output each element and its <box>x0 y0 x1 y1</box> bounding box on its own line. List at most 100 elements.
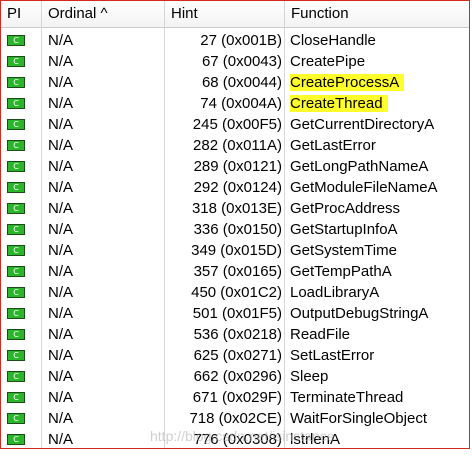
function-name: GetSystemTime <box>290 242 397 259</box>
function-cell: ReadFile <box>290 324 350 345</box>
c-function-icon: C <box>7 308 25 319</box>
c-function-icon: C <box>7 413 25 424</box>
hint-cell: 27 (0x001B) <box>200 32 282 49</box>
function-cell: CreateProcessA <box>290 72 405 93</box>
hint-cell: 336 (0x0150) <box>193 221 282 238</box>
column-header-function[interactable]: Function <box>285 1 469 27</box>
c-function-icon: C <box>7 245 25 256</box>
ordinal-cell: N/A <box>48 410 74 427</box>
hint-cell: 776 (0x0308) <box>193 431 282 448</box>
function-name: WaitForSingleObject <box>290 410 427 427</box>
function-cell: TerminateThread <box>290 387 403 408</box>
ordinal-cell: N/A <box>48 95 74 112</box>
hint-cell: 536 (0x0218) <box>193 326 282 343</box>
hint-cell: 662 (0x0296) <box>193 368 282 385</box>
hint-cell: 68 (0x0044) <box>201 74 282 91</box>
table-row[interactable]: C N/A 336 (0x0150) GetStartupInfoA <box>1 219 469 240</box>
column-header-pi[interactable]: PI <box>1 1 41 27</box>
function-cell: Sleep <box>290 366 328 387</box>
ordinal-cell: N/A <box>48 263 74 280</box>
function-cell: GetLongPathNameA <box>290 156 428 177</box>
ordinal-cell: N/A <box>48 326 74 343</box>
function-name: SetLastError <box>290 347 375 364</box>
function-name: TerminateThread <box>290 389 404 406</box>
function-name: GetCurrentDirectoryA <box>290 116 435 133</box>
ordinal-cell: N/A <box>48 368 74 385</box>
ordinal-cell: N/A <box>48 389 74 406</box>
imports-list-view: PI Ordinal ^ Hint Function C N/A 27 (0x001… <box>0 0 470 449</box>
c-function-icon: C <box>7 182 25 193</box>
table-row[interactable]: C N/A 349 (0x015D) GetSystemTime <box>1 240 469 261</box>
ordinal-cell: N/A <box>48 116 74 133</box>
function-name: ReadFile <box>290 326 351 343</box>
ordinal-cell: N/A <box>48 347 74 364</box>
function-name: GetLastError <box>290 137 376 154</box>
ordinal-cell: N/A <box>48 200 74 217</box>
ordinal-cell: N/A <box>48 242 74 259</box>
table-row[interactable]: C N/A 68 (0x0044) CreateProcessA <box>1 72 469 93</box>
c-function-icon: C <box>7 161 25 172</box>
function-name: Sleep <box>290 368 329 385</box>
hint-cell: 357 (0x0165) <box>193 263 282 280</box>
function-name: OutputDebugStringA <box>290 305 429 322</box>
function-cell: SetLastError <box>290 345 374 366</box>
c-function-icon: C <box>7 35 25 46</box>
table-row[interactable]: C N/A 662 (0x0296) Sleep <box>1 366 469 387</box>
function-cell: CloseHandle <box>290 30 376 51</box>
table-row[interactable]: C N/A 501 (0x01F5) OutputDebugStringA <box>1 303 469 324</box>
ordinal-cell: N/A <box>48 74 74 91</box>
function-cell: CreateThread <box>290 93 388 114</box>
table-row[interactable]: C N/A 536 (0x0218) ReadFile <box>1 324 469 345</box>
table-row[interactable]: C N/A 776 (0x0308) lstrlenA <box>1 429 469 448</box>
c-function-icon: C <box>7 329 25 340</box>
table-row[interactable]: C N/A 245 (0x00F5) GetCurrentDirectoryA <box>1 114 469 135</box>
hint-cell: 625 (0x0271) <box>193 347 282 364</box>
column-header-ordinal[interactable]: Ordinal ^ <box>42 1 164 27</box>
highlighted-function-name: CreateThread <box>290 95 388 112</box>
table-row[interactable]: C N/A 450 (0x01C2) LoadLibraryA <box>1 282 469 303</box>
table-row[interactable]: C N/A 282 (0x011A) GetLastError <box>1 135 469 156</box>
ordinal-cell: N/A <box>48 284 74 301</box>
function-cell: GetLastError <box>290 135 376 156</box>
ordinal-cell: N/A <box>48 305 74 322</box>
table-row[interactable]: C N/A 318 (0x013E) GetProcAddress <box>1 198 469 219</box>
c-function-icon: C <box>7 350 25 361</box>
function-cell: lstrlenA <box>290 429 341 448</box>
c-function-icon: C <box>7 203 25 214</box>
hint-cell: 74 (0x004A) <box>200 95 282 112</box>
function-cell: GetTempPathA <box>290 261 392 282</box>
table-row[interactable]: C N/A 292 (0x0124) GetModuleFileNameA <box>1 177 469 198</box>
table-row[interactable]: C N/A 289 (0x0121) GetLongPathNameA <box>1 156 469 177</box>
function-name: GetTempPathA <box>290 263 392 280</box>
function-name: GetLongPathNameA <box>290 158 429 175</box>
hint-cell: 245 (0x00F5) <box>192 116 282 133</box>
function-cell: OutputDebugStringA <box>290 303 428 324</box>
hint-cell: 318 (0x013E) <box>191 200 282 217</box>
table-row[interactable]: C N/A 27 (0x001B) CloseHandle <box>1 30 469 51</box>
table-row[interactable]: C N/A 67 (0x0043) CreatePipe <box>1 51 469 72</box>
table-row[interactable]: C N/A 74 (0x004A) CreateThread <box>1 93 469 114</box>
table-row[interactable]: C N/A 357 (0x0165) GetTempPathA <box>1 261 469 282</box>
function-cell: GetProcAddress <box>290 198 400 219</box>
function-name: GetModuleFileNameA <box>290 179 438 196</box>
table-row[interactable]: C N/A 625 (0x0271) SetLastError <box>1 345 469 366</box>
ordinal-cell: N/A <box>48 53 74 70</box>
column-header-hint[interactable]: Hint <box>165 1 284 27</box>
c-function-icon: C <box>7 266 25 277</box>
ordinal-cell: N/A <box>48 431 74 448</box>
table-row[interactable]: C N/A 718 (0x02CE) WaitForSingleObject <box>1 408 469 429</box>
c-function-icon: C <box>7 119 25 130</box>
c-function-icon: C <box>7 224 25 235</box>
function-cell: GetCurrentDirectoryA <box>290 114 434 135</box>
function-name: LoadLibraryA <box>290 284 380 301</box>
ordinal-cell: N/A <box>48 179 74 196</box>
function-cell: WaitForSingleObject <box>290 408 427 429</box>
column-header-bar: PI Ordinal ^ Hint Function <box>1 1 469 28</box>
c-function-icon: C <box>7 287 25 298</box>
hint-cell: 501 (0x01F5) <box>192 305 282 322</box>
table-row[interactable]: C N/A 671 (0x029F) TerminateThread <box>1 387 469 408</box>
function-name: lstrlenA <box>290 431 341 448</box>
hint-cell: 450 (0x01C2) <box>191 284 282 301</box>
table-body: C N/A 27 (0x001B) CloseHandle C N/A 67 (0x0043… <box>1 30 469 448</box>
function-cell: GetSystemTime <box>290 240 397 261</box>
